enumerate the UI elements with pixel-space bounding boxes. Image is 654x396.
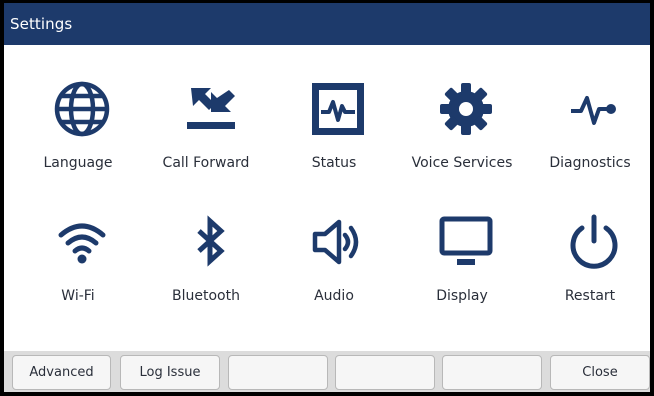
tile-label: Display [436, 288, 488, 304]
tile-call-forward[interactable]: Call Forward [142, 80, 270, 190]
call-forward-icon [181, 80, 239, 138]
softkey-5[interactable] [442, 355, 542, 390]
power-icon [565, 213, 623, 271]
tile-label: Language [43, 155, 113, 171]
page-title: Settings [10, 15, 73, 33]
tile-language[interactable]: Language [14, 80, 142, 190]
settings-screen: Settings Language Call Forward Status Vo… [0, 0, 654, 396]
tile-restart[interactable]: Restart [526, 213, 654, 323]
tile-bluetooth[interactable]: Bluetooth [142, 213, 270, 323]
monitor-icon [437, 213, 495, 271]
softkey-bar: Advanced Log Issue Close [4, 351, 650, 392]
tile-label: Wi-Fi [61, 288, 95, 304]
gear-icon [437, 80, 495, 138]
close-button[interactable]: Close [550, 355, 650, 390]
tile-status[interactable]: Status [270, 80, 398, 190]
tile-voice-services[interactable]: Voice Services [398, 80, 526, 190]
tile-label: Voice Services [411, 155, 513, 171]
tile-label: Diagnostics [549, 155, 631, 171]
tile-label: Restart [564, 288, 616, 304]
wifi-icon [53, 213, 111, 271]
pulse-icon [565, 80, 623, 138]
tile-audio[interactable]: Audio [270, 213, 398, 323]
tile-label: Audio [314, 288, 354, 304]
softkey-4[interactable] [335, 355, 435, 390]
status-monitor-icon [309, 80, 367, 138]
tile-diagnostics[interactable]: Diagnostics [526, 80, 654, 190]
title-bar: Settings [4, 0, 650, 45]
tile-label: Call Forward [162, 155, 250, 171]
tile-wifi[interactable]: Wi-Fi [14, 213, 142, 323]
log-issue-button[interactable]: Log Issue [120, 355, 220, 390]
bluetooth-icon [181, 213, 239, 271]
globe-icon [53, 80, 111, 138]
advanced-button[interactable]: Advanced [12, 355, 111, 390]
tile-label: Status [311, 155, 357, 171]
tile-label: Bluetooth [172, 288, 240, 304]
speaker-icon [309, 213, 367, 271]
settings-grid: Language Call Forward Status Voice Servi… [4, 45, 650, 351]
softkey-3[interactable] [228, 355, 328, 390]
tile-display[interactable]: Display [398, 213, 526, 323]
